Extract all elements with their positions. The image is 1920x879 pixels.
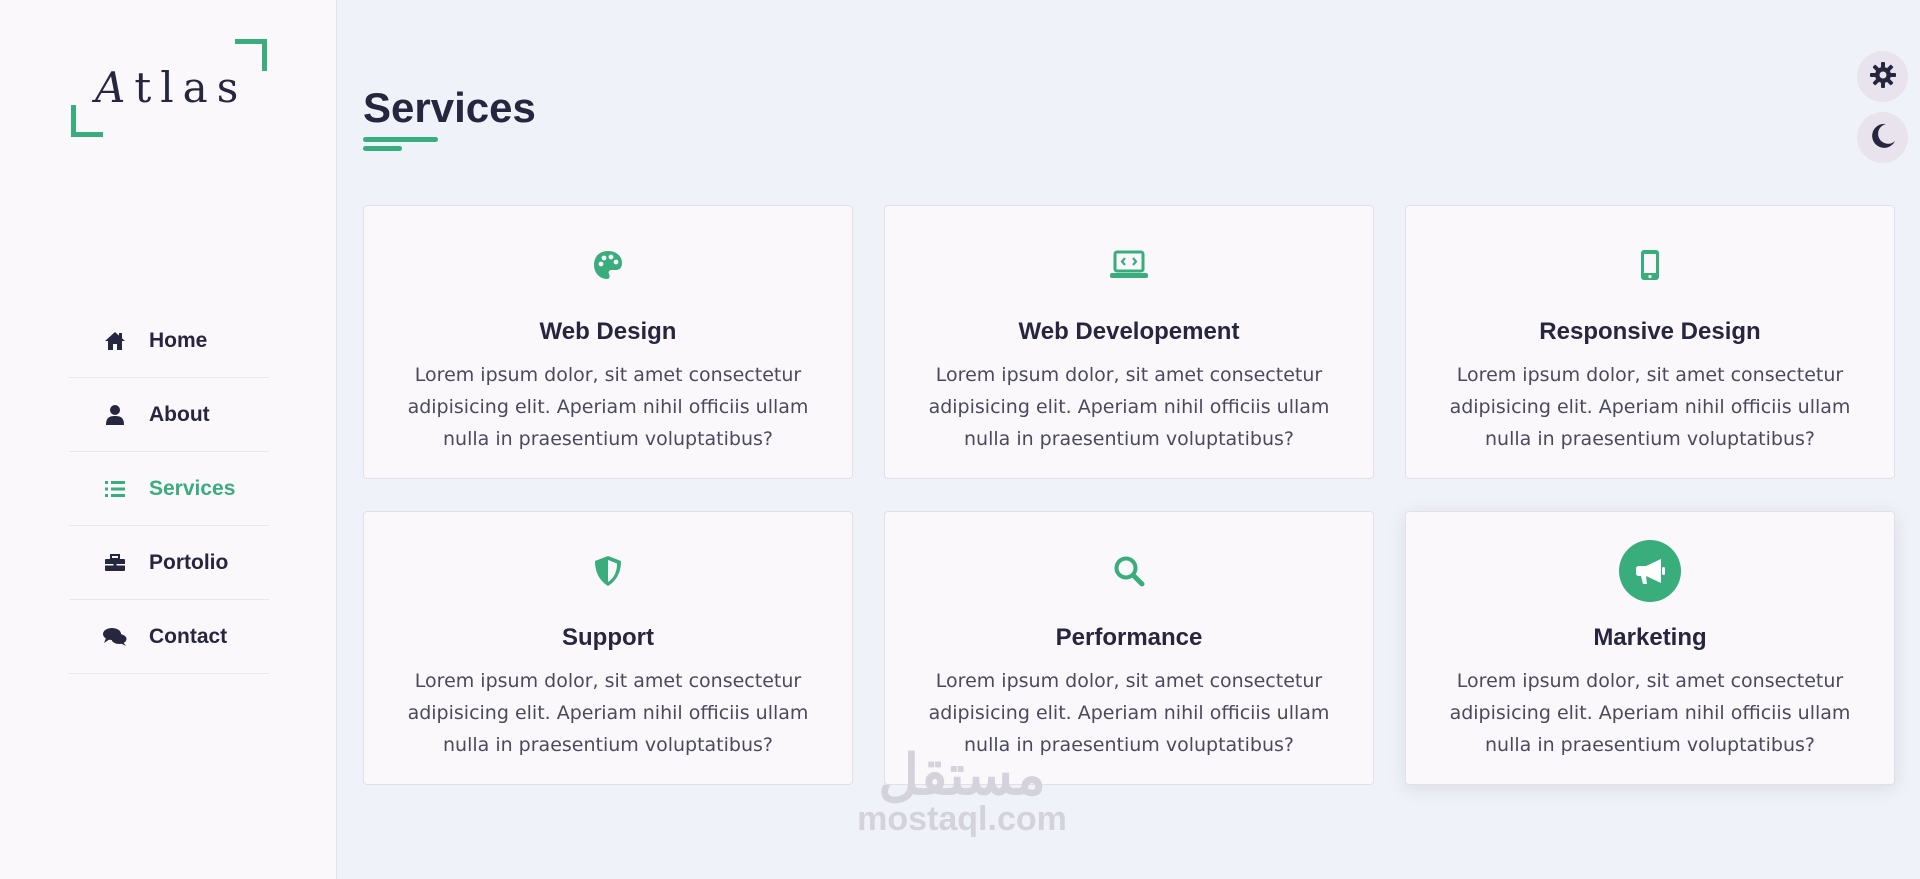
service-card-responsive-design[interactable]: Responsive Design Lorem ipsum dolor, sit… [1405, 205, 1895, 479]
card-title: Web Design [539, 318, 677, 345]
sidebar-item-label: About [149, 402, 210, 426]
gear-icon [1869, 61, 1896, 92]
service-card-marketing[interactable]: Marketing Lorem ipsum dolor, sit amet co… [1405, 511, 1895, 785]
user-icon [103, 403, 127, 427]
card-text: Lorem ipsum dolor, sit amet consectetur … [1449, 364, 1851, 450]
logo-text: Atlas [95, 63, 247, 112]
card-title: Performance [1055, 624, 1203, 651]
card-text: Lorem ipsum dolor, sit amet consectetur … [407, 364, 809, 450]
page-title: Services [363, 84, 536, 131]
sidebar-item-contact[interactable]: Contact [69, 600, 269, 674]
service-card-web-development[interactable]: Web Developement Lorem ipsum dolor, sit … [884, 205, 1374, 479]
logo-text-first: A [95, 63, 135, 112]
card-title: Support [562, 624, 654, 651]
theme-toggle-button[interactable] [1857, 112, 1908, 163]
settings-button[interactable] [1857, 51, 1908, 102]
sidebar-item-home[interactable]: Home [69, 304, 269, 378]
megaphone-icon [1619, 540, 1681, 602]
list-icon [103, 477, 127, 501]
logo-text-rest: tlas [134, 63, 248, 112]
sidebar-item-label: Home [149, 328, 208, 352]
card-text: Lorem ipsum dolor, sit amet consectetur … [1449, 670, 1851, 756]
chat-icon [103, 625, 127, 649]
sidebar-item-label: Contact [149, 624, 228, 648]
title-underline-short [363, 146, 402, 151]
mobile-icon [1619, 234, 1681, 296]
sidebar-nav: Home About Services Portolio Contact [69, 304, 269, 674]
card-text: Lorem ipsum dolor, sit amet consectetur … [928, 364, 1330, 450]
home-icon [103, 329, 127, 353]
sidebar: Atlas Home About Services Portolio Conta… [0, 0, 337, 879]
sidebar-item-services[interactable]: Services [69, 452, 269, 526]
palette-icon [577, 234, 639, 296]
shield-icon [577, 540, 639, 602]
card-title: Responsive Design [1539, 318, 1761, 345]
service-card-support[interactable]: Support Lorem ipsum dolor, sit amet cons… [363, 511, 853, 785]
search-icon [1098, 540, 1160, 602]
service-card-web-design[interactable]: Web Design Lorem ipsum dolor, sit amet c… [363, 205, 853, 479]
title-underline [363, 137, 438, 142]
moon-icon [1870, 123, 1896, 153]
laptop-code-icon [1098, 234, 1160, 296]
card-title: Marketing [1593, 624, 1707, 651]
sidebar-item-portfolio[interactable]: Portolio [69, 526, 269, 600]
sidebar-item-label: Services [149, 476, 236, 500]
sidebar-item-label: Portolio [149, 550, 229, 574]
briefcase-icon [103, 551, 127, 575]
card-text: Lorem ipsum dolor, sit amet consectetur … [407, 670, 809, 756]
watermark-arabic: مستقل [878, 743, 1046, 806]
watermark-latin: mostaql.com [857, 800, 1067, 838]
atlas-logo[interactable]: Atlas [71, 39, 267, 137]
card-title: Web Developement [1018, 318, 1240, 345]
watermark: مستقل mostaql.com [842, 743, 1082, 838]
sidebar-item-about[interactable]: About [69, 378, 269, 452]
